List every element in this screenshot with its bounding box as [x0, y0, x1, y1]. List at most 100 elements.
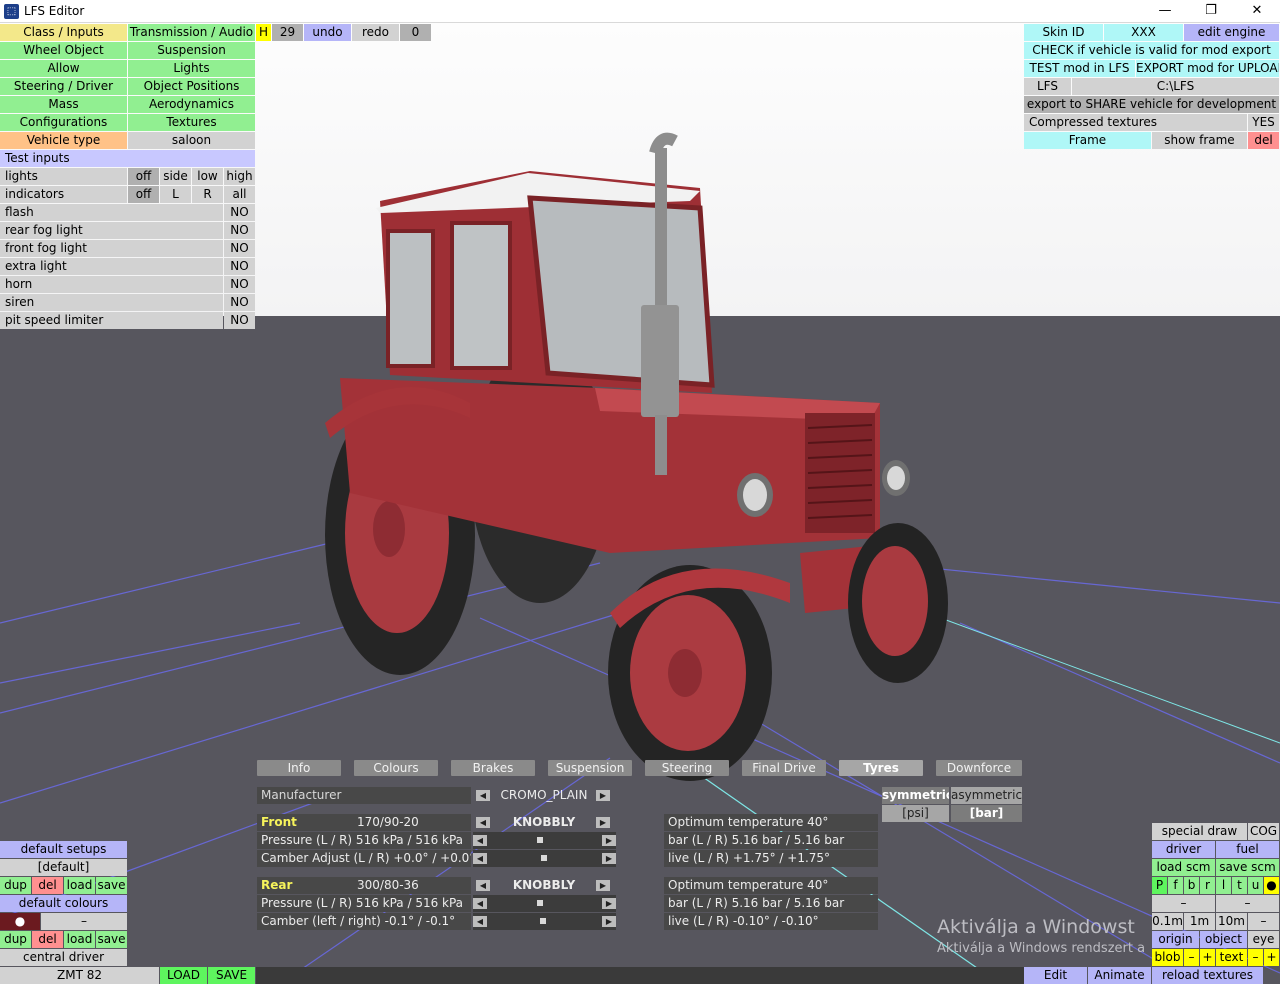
front-tread-next-arrow[interactable]: ▶ — [596, 817, 610, 828]
lights-high-button[interactable]: high — [224, 168, 255, 185]
fuel-button[interactable]: fuel — [1216, 841, 1279, 858]
indicators-left-button[interactable]: L — [160, 186, 191, 203]
mass-button[interactable]: Mass — [0, 96, 127, 113]
rear-camber-knob[interactable] — [540, 918, 546, 924]
pit-speed-limiter-toggle[interactable]: NO — [224, 312, 255, 329]
view-t-button[interactable]: t — [1232, 877, 1247, 894]
indicators-all-button[interactable]: all — [224, 186, 255, 203]
view-u-button[interactable]: u — [1248, 877, 1263, 894]
save-vehicle-button[interactable]: SAVE — [208, 967, 255, 984]
class-inputs-button[interactable]: Class / Inputs — [0, 24, 127, 41]
minimize-button[interactable]: — — [1142, 0, 1188, 23]
driver-button[interactable]: driver — [1152, 841, 1215, 858]
skin-id-value[interactable]: XXX — [1104, 24, 1183, 41]
symmetric-button[interactable]: symmetric — [882, 787, 949, 804]
view-b-button[interactable]: b — [1184, 877, 1199, 894]
colour-dash[interactable]: – — [41, 913, 127, 930]
redo-button[interactable]: redo — [352, 24, 399, 41]
dash-right-button[interactable]: – — [1216, 895, 1279, 912]
indicators-right-button[interactable]: R — [192, 186, 223, 203]
lights-low-button[interactable]: low — [192, 168, 223, 185]
flash-toggle[interactable]: NO — [224, 204, 255, 221]
frame-delete-button[interactable]: del — [1248, 132, 1279, 149]
reload-textures-button[interactable]: reload textures — [1152, 967, 1263, 984]
setup-load-button[interactable]: load — [64, 877, 95, 894]
export-mod-button[interactable]: EXPORT mod for UPLOAD — [1136, 60, 1279, 77]
undo-button[interactable]: undo — [304, 24, 351, 41]
front-camber-knob[interactable] — [541, 855, 547, 861]
object-positions-button[interactable]: Object Positions — [128, 78, 255, 95]
special-draw-button[interactable]: special draw — [1152, 823, 1247, 840]
tab-tyres[interactable]: Tyres — [839, 760, 923, 776]
object-button[interactable]: object — [1200, 931, 1247, 948]
origin-button[interactable]: origin — [1152, 931, 1199, 948]
scale-minus-button[interactable]: – — [1248, 913, 1279, 930]
front-pressure-dec[interactable]: ◀ — [473, 835, 487, 846]
close-button[interactable]: ✕ — [1234, 0, 1280, 23]
psi-button[interactable]: [psi] — [882, 805, 949, 822]
configurations-button[interactable]: Configurations — [0, 114, 127, 131]
rear-tread-prev-arrow[interactable]: ◀ — [476, 880, 490, 891]
cog-button[interactable]: COG — [1248, 823, 1279, 840]
colour-swatch[interactable]: ● — [0, 913, 40, 930]
text-button[interactable]: text — [1216, 949, 1247, 966]
colour-del-button[interactable]: del — [32, 931, 63, 948]
lights-off-button[interactable]: off — [128, 168, 159, 185]
load-scm-button[interactable]: load scm — [1152, 859, 1215, 876]
tab-suspension[interactable]: Suspension — [548, 760, 632, 776]
setup-save-button[interactable]: save — [96, 877, 127, 894]
tab-colours[interactable]: Colours — [354, 760, 438, 776]
text-minus-button[interactable]: – — [1248, 949, 1263, 966]
front-camber-inc[interactable]: ▶ — [602, 853, 616, 864]
extra-light-toggle[interactable]: NO — [224, 258, 255, 275]
maximize-button[interactable]: ❐ — [1188, 0, 1234, 23]
frame-button[interactable]: Frame — [1024, 132, 1151, 149]
transmission-audio-button[interactable]: Transmission / Audio — [128, 24, 255, 41]
rear-camber-inc[interactable]: ▶ — [602, 916, 616, 927]
rear-fog-light-toggle[interactable]: NO — [224, 222, 255, 239]
edit-engine-button[interactable]: edit engine — [1184, 24, 1279, 41]
horn-toggle[interactable]: NO — [224, 276, 255, 293]
rear-pressure-dec[interactable]: ◀ — [473, 898, 487, 909]
tab-steering[interactable]: Steering — [645, 760, 729, 776]
indicators-off-button[interactable]: off — [128, 186, 159, 203]
default-setups-button[interactable]: default setups — [0, 841, 127, 858]
suspension-button[interactable]: Suspension — [128, 42, 255, 59]
blob-plus-button[interactable]: + — [1200, 949, 1215, 966]
vehicle-type-select[interactable]: saloon — [128, 132, 255, 149]
view-dot-button[interactable]: ● — [1264, 877, 1279, 894]
eye-button[interactable]: eye — [1248, 931, 1279, 948]
manufacturer-prev-arrow[interactable]: ◀ — [476, 790, 490, 801]
front-camber-dec[interactable]: ◀ — [473, 853, 487, 864]
default-setups-value[interactable]: [default] — [0, 859, 127, 876]
manufacturer-next-arrow[interactable]: ▶ — [596, 790, 610, 801]
vehicle-name-field[interactable]: ZMT 82 — [0, 967, 159, 984]
rear-camber-slider[interactable]: ◀ ▶ — [473, 913, 616, 930]
aerodynamics-button[interactable]: Aerodynamics — [128, 96, 255, 113]
scale-10m-button[interactable]: 10m — [1216, 913, 1247, 930]
asymmetric-button[interactable]: asymmetric — [951, 787, 1022, 804]
allow-button[interactable]: Allow — [0, 60, 127, 77]
front-camber-slider[interactable]: ◀ ▶ — [473, 850, 616, 867]
default-colours-button[interactable]: default colours — [0, 895, 127, 912]
colour-dup-button[interactable]: dup — [0, 931, 31, 948]
wheel-object-button[interactable]: Wheel Object — [0, 42, 127, 59]
text-plus-button[interactable]: + — [1264, 949, 1279, 966]
save-scm-button[interactable]: save scm — [1216, 859, 1279, 876]
view-r-button[interactable]: r — [1200, 877, 1215, 894]
lights-button[interactable]: Lights — [128, 60, 255, 77]
scale-0-1m-button[interactable]: 0.1m — [1152, 913, 1183, 930]
setup-del-button[interactable]: del — [32, 877, 63, 894]
bar-button[interactable]: [bar] — [951, 805, 1022, 822]
lights-side-button[interactable]: side — [160, 168, 191, 185]
lfs-path-field[interactable]: C:\LFS — [1072, 78, 1279, 95]
show-frame-button[interactable]: show frame — [1152, 132, 1247, 149]
siren-toggle[interactable]: NO — [224, 294, 255, 311]
front-tread-prev-arrow[interactable]: ◀ — [476, 817, 490, 828]
front-pressure-inc[interactable]: ▶ — [602, 835, 616, 846]
rear-tread-next-arrow[interactable]: ▶ — [596, 880, 610, 891]
front-pressure-slider[interactable]: ◀ ▶ — [473, 832, 616, 849]
tab-final-drive[interactable]: Final Drive — [742, 760, 826, 776]
dash-left-button[interactable]: – — [1152, 895, 1215, 912]
export-share-button[interactable]: export to SHARE vehicle for development — [1024, 96, 1279, 113]
